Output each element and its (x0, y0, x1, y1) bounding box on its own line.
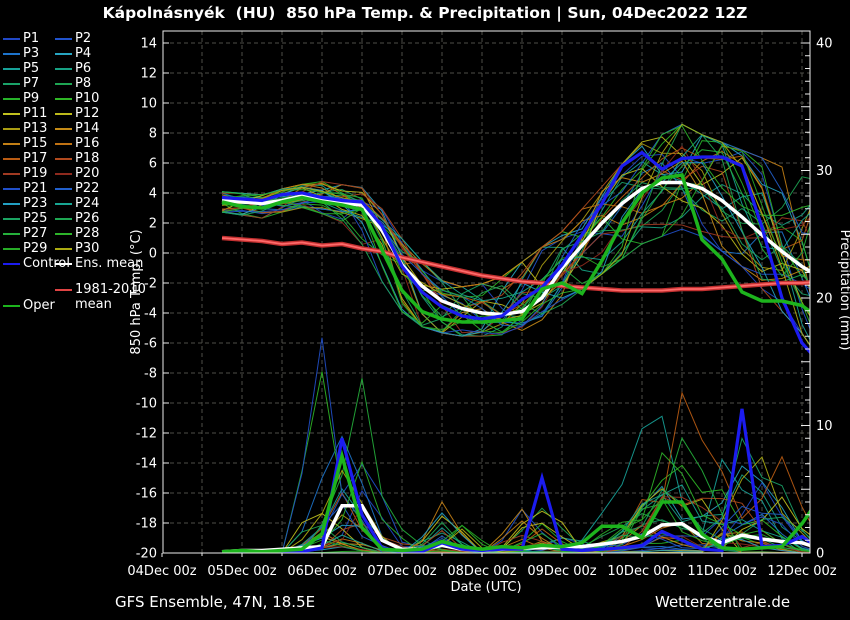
y-right-tick-label: 20 (816, 292, 833, 307)
legend-swatch-p3 (3, 53, 20, 55)
legend-item-p6: P6 (75, 61, 91, 76)
legend-swatch-p20 (55, 173, 72, 175)
legend-swatch-p18 (55, 158, 72, 160)
legend-swatch-p2 (55, 38, 72, 40)
legend-item-p27: P27 (23, 226, 47, 241)
legend-item-p15: P15 (23, 136, 47, 151)
x-tick-label: 12Dec 00z (767, 564, 836, 579)
x-tick-label: 08Dec 00z (447, 564, 516, 579)
y-right-axis-title: Precipitation (mm) (837, 230, 850, 351)
legend-swatch-climate-mean (55, 289, 72, 291)
legend-swatch-ens-mean (55, 263, 72, 265)
legend-item-p21: P21 (23, 181, 47, 196)
legend-item-p30: P30 (75, 241, 99, 256)
legend-swatch-p19 (3, 173, 20, 175)
legend-item-p20: P20 (75, 166, 99, 181)
legend-item-p3: P3 (23, 46, 39, 61)
legend-swatch-p26 (55, 218, 72, 220)
legend-item-climate-mean: 1981-2010 mean (75, 282, 167, 312)
legend-swatch-p29 (3, 248, 20, 250)
legend-swatch-p12 (55, 113, 72, 115)
y-right-tick-label: 0 (816, 547, 824, 562)
meteogram-screenshot: Kápolnásnyék (HU) 850 hPa Temp. & Precip… (0, 0, 850, 620)
legend-swatch-p15 (3, 143, 20, 145)
x-tick-label: 06Dec 00z (287, 564, 356, 579)
x-tick-label: 07Dec 00z (367, 564, 436, 579)
legend-item-p19: P19 (23, 166, 47, 181)
legend-swatch-p30 (55, 248, 72, 250)
x-tick-label: 10Dec 00z (607, 564, 676, 579)
y-left-tick-label: -18 (136, 517, 157, 532)
legend-swatch-p24 (55, 203, 72, 205)
legend-item-p16: P16 (75, 136, 99, 151)
legend-swatch-p28 (55, 233, 72, 235)
x-tick-label: 09Dec 00z (527, 564, 596, 579)
legend-swatch-p14 (55, 128, 72, 130)
legend-swatch-p8 (55, 83, 72, 85)
legend-item-p12: P12 (75, 106, 99, 121)
legend-item-p26: P26 (75, 211, 99, 226)
legend-swatch-p13 (3, 128, 20, 130)
legend-item-p24: P24 (75, 196, 99, 211)
legend-item-p25: P25 (23, 211, 47, 226)
legend-item-p8: P8 (75, 76, 91, 91)
legend-item-p23: P23 (23, 196, 47, 211)
legend-item-p1: P1 (23, 31, 39, 46)
x-tick-label: 05Dec 00z (207, 564, 276, 579)
legend-item-p7: P7 (23, 76, 39, 91)
x-axis-title: Date (UTC) (450, 580, 521, 595)
legend-item-p22: P22 (75, 181, 99, 196)
legend-swatch-p5 (3, 68, 20, 70)
legend-swatch-p16 (55, 143, 72, 145)
footer-site-name: Wetterzentrale.de (655, 593, 790, 611)
legend-swatch-p9 (3, 98, 20, 100)
legend-swatch-p27 (3, 233, 20, 235)
y-left-tick-label: -20 (136, 547, 157, 562)
legend-swatch-oper (3, 305, 20, 307)
legend-item-p10: P10 (75, 91, 99, 106)
legend-swatch-p6 (55, 68, 72, 70)
y-left-tick-label: -16 (136, 487, 157, 502)
legend-item-p2: P2 (75, 31, 91, 46)
x-tick-label: 04Dec 00z (127, 564, 196, 579)
legend-item-p29: P29 (23, 241, 47, 256)
legend-swatch-p17 (3, 158, 20, 160)
legend-item-p5: P5 (23, 61, 39, 76)
legend-swatch-p22 (55, 188, 72, 190)
legend-item-p14: P14 (75, 121, 99, 136)
legend-swatch-p23 (3, 203, 20, 205)
legend-item-p11: P11 (23, 106, 47, 121)
legend-item-p4: P4 (75, 46, 91, 61)
legend-item-p17: P17 (23, 151, 47, 166)
legend: P1P2P3P4P5P6P7P8P9P10P11P12P13P14P15P16P… (0, 0, 160, 430)
legend-swatch-control (3, 263, 20, 265)
legend-item-p13: P13 (23, 121, 47, 136)
legend-swatch-p25 (3, 218, 20, 220)
y-right-tick-label: 30 (816, 164, 833, 179)
legend-swatch-p7 (3, 83, 20, 85)
legend-item-ens-mean: Ens. mean (75, 256, 143, 271)
y-right-tick-label: 40 (816, 37, 833, 52)
y-right-tick-label: 10 (816, 419, 833, 434)
legend-item-p9: P9 (23, 91, 39, 106)
legend-swatch-p10 (55, 98, 72, 100)
legend-swatch-p11 (3, 113, 20, 115)
x-tick-label: 11Dec 00z (687, 564, 756, 579)
legend-swatch-p4 (55, 53, 72, 55)
y-left-tick-label: -14 (136, 457, 157, 472)
legend-item-oper: Oper (23, 298, 55, 313)
legend-item-p18: P18 (75, 151, 99, 166)
legend-item-p28: P28 (75, 226, 99, 241)
legend-swatch-p21 (3, 188, 20, 190)
footer-model-info: GFS Ensemble, 47N, 18.5E (115, 593, 315, 611)
legend-swatch-p1 (3, 38, 20, 40)
